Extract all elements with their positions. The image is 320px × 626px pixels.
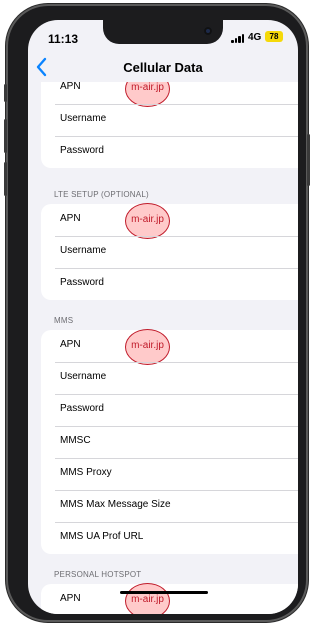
phone-frame: 11:13 4G 78 Cellular Data APN m-air.jp U… <box>4 4 310 622</box>
page-title: Cellular Data <box>123 60 203 75</box>
apn-row[interactable]: APN m-air.jp <box>41 583 298 614</box>
row-label: APN <box>60 213 81 224</box>
screen: 11:13 4G 78 Cellular Data APN m-air.jp U… <box>28 20 298 614</box>
password-row[interactable]: Password <box>41 268 298 300</box>
section-header: PERSONAL HOTSPOT <box>54 570 142 579</box>
username-row[interactable]: Username <box>41 236 298 268</box>
section-header: MMS <box>54 316 74 325</box>
annotation-marker: m-air.jp <box>125 583 170 614</box>
navigation-bar: Cellular Data <box>28 54 298 82</box>
power-button <box>307 134 310 186</box>
row-label: APN <box>60 81 81 92</box>
row-label: Username <box>60 245 107 256</box>
mute-switch <box>4 84 7 102</box>
row-label: Username <box>60 371 107 382</box>
apn-row[interactable]: APN m-air.jp <box>41 329 298 365</box>
row-label: APN <box>60 339 81 350</box>
row-label: Password <box>60 145 104 156</box>
battery-icon: 78 <box>265 31 283 42</box>
row-label: MMS UA Prof URL <box>60 531 144 542</box>
row-label: Password <box>60 403 104 414</box>
signal-icon <box>231 34 245 43</box>
annotation-marker: m-air.jp <box>125 329 170 365</box>
section-header: LTE SETUP (OPTIONAL) <box>54 190 149 199</box>
section-mms: APN m-air.jp Username Password MMSC MMS … <box>41 329 298 554</box>
row-label: Username <box>60 113 107 124</box>
row-label: MMS Max Message Size <box>60 499 171 510</box>
username-row[interactable]: Username <box>41 362 298 394</box>
mms-ua-prof-url-row[interactable]: MMS UA Prof URL <box>41 522 298 554</box>
section-personal-hotspot: APN m-air.jp <box>41 583 298 614</box>
section-lte-setup: APN m-air.jp Username Password <box>41 203 298 300</box>
username-row[interactable]: Username <box>41 104 298 136</box>
status-time: 11:13 <box>48 32 79 46</box>
section-apn-group: APN m-air.jp Username Password <box>41 71 298 168</box>
row-label: Password <box>60 277 104 288</box>
apn-row[interactable]: APN m-air.jp <box>41 203 298 239</box>
row-label: APN <box>60 593 81 604</box>
row-label: MMSC <box>60 435 91 446</box>
volume-down-button <box>4 162 7 196</box>
row-label: MMS Proxy <box>60 467 112 478</box>
annotation-marker: m-air.jp <box>125 203 170 239</box>
password-row[interactable]: Password <box>41 394 298 426</box>
volume-up-button <box>4 119 7 153</box>
home-indicator[interactable] <box>120 591 208 594</box>
mms-max-size-row[interactable]: MMS Max Message Size <box>41 490 298 522</box>
network-type: 4G <box>248 32 262 43</box>
camera-icon <box>204 27 212 35</box>
mmsc-row[interactable]: MMSC <box>41 426 298 458</box>
mms-proxy-row[interactable]: MMS Proxy <box>41 458 298 490</box>
password-row[interactable]: Password <box>41 136 298 168</box>
